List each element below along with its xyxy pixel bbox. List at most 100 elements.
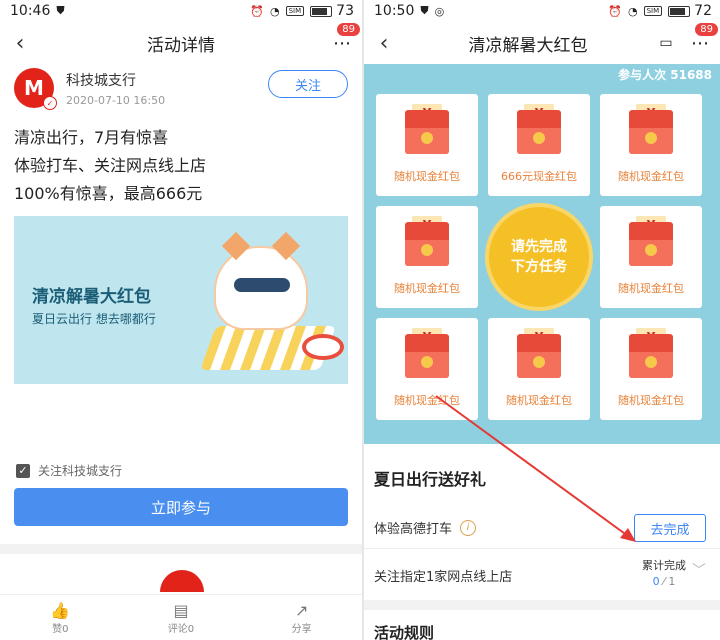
comment-label: 评论0 (167, 623, 195, 635)
more-icon: ⋯ (691, 32, 709, 54)
back-icon[interactable]: ‹ (364, 31, 404, 56)
red-packet-label: 随机现金红包 (394, 282, 460, 295)
bottom-action-bar: 👍 赞0 ▤ 评论0 ↗ 分享 (0, 594, 362, 640)
wifi-icon: ◔ (270, 4, 280, 18)
shield-icon: ⛊ (56, 4, 65, 17)
author-row: M ✓ 科技城支行 2020-07-10 16:50 关注 (0, 64, 362, 118)
battery-icon (310, 5, 333, 17)
red-envelope-icon: ¥ (629, 216, 673, 266)
thumb-up-icon: 👍 (50, 600, 71, 620)
red-packet-card[interactable]: ¥ 随机现金红包 (600, 318, 702, 420)
info-icon[interactable]: i (460, 519, 477, 536)
red-packet-label: 随机现金红包 (618, 394, 684, 407)
ticket-icon[interactable]: ▭ (652, 35, 680, 51)
red-packet-label: 随机现金红包 (618, 170, 684, 183)
red-envelope-icon: ¥ (629, 328, 673, 378)
title-bar: ‹ 活动详情 ⋯ 89 (0, 22, 362, 64)
red-envelope-icon: ¥ (517, 104, 561, 154)
bank-logo (160, 570, 204, 592)
complete-tasks-button[interactable]: 请先完成 下方任务 (489, 207, 589, 307)
battery-level: 73 (336, 3, 354, 19)
red-packet-label: 随机现金红包 (618, 282, 684, 295)
section-gap (364, 600, 720, 610)
comment-button[interactable]: ▤ 评论0 (121, 595, 242, 640)
left-screen: 10:46 ⛊ ⏰ ◔ SIM 73 ‹ 活动详情 ⋯ 89 M ✓ 科技城支行 … (0, 0, 362, 640)
red-packet-label: 随机现金红包 (506, 394, 572, 407)
red-envelope-icon: ¥ (405, 216, 449, 266)
red-packet-card[interactable]: ¥ 随机现金红包 (488, 318, 590, 420)
right-screen: 10:50 ⛊ ◎ ⏰ ◔ SIM 72 ‹ 清凉解暑大红包 ▭ ⋯ 89 参与… (364, 0, 720, 640)
like-button[interactable]: 👍 赞0 (0, 595, 121, 640)
section-title: 夏日出行送好礼 (374, 470, 487, 489)
progress-label: 累计完成 (642, 559, 686, 572)
share-label: 分享 (291, 623, 312, 635)
rules-title: 活动规则 (374, 624, 435, 640)
red-packet-card[interactable]: ¥ 随机现金红包 (376, 94, 478, 196)
author-name[interactable]: 科技城支行 (66, 70, 165, 90)
task-progress: 累计完成 0 ⁄ 1 (642, 558, 686, 590)
title-bar: ‹ 清凉解暑大红包 ▭ ⋯ 89 (364, 22, 720, 64)
like-label: 赞0 (52, 623, 69, 635)
follow-checkbox-row[interactable]: ✓ 关注科技城支行 (16, 462, 122, 479)
more-button[interactable]: ⋯ 89 (322, 22, 362, 54)
banner-subtitle: 夏日云出行 想去哪都行 (32, 312, 156, 326)
share-button[interactable]: ↗ 分享 (241, 595, 362, 640)
join-button[interactable]: 立即参与 (14, 488, 348, 526)
red-packet-card[interactable]: ¥ 随机现金红包 (376, 318, 478, 420)
red-envelope-icon: ¥ (405, 328, 449, 378)
red-packet-label: 666元现金红包 (501, 170, 577, 183)
notification-badge: 89 (337, 22, 360, 36)
comment-icon: ▤ (173, 600, 189, 620)
red-packet-label: 随机现金红包 (394, 170, 460, 183)
post-line: 体验打车、关注网点线上店 (14, 156, 207, 175)
post-time: 2020-07-10 16:50 (66, 94, 166, 107)
red-packet-card[interactable]: ¥ 666元现金红包 (488, 94, 590, 196)
follow-button[interactable]: 关注 (268, 70, 348, 98)
alarm-icon: ⏰ (608, 4, 622, 18)
red-packet-card[interactable]: ¥ 随机现金红包 (376, 206, 478, 308)
verified-icon: ✓ (43, 96, 57, 110)
task-label: 体验高德打车 (374, 522, 453, 537)
status-bar: 10:50 ⛊ ◎ ⏰ ◔ SIM 72 (364, 0, 720, 22)
avatar[interactable]: M ✓ (14, 68, 57, 110)
progress-count: 0 ⁄ 1 (652, 575, 676, 588)
cat-mascot-illustration (214, 231, 308, 330)
center-button-line: 请先完成 (511, 239, 567, 255)
sim-icon: SIM (285, 6, 305, 16)
checkbox-checked-icon[interactable]: ✓ (16, 463, 30, 478)
progress-current: 0 (652, 575, 660, 588)
page-title: 清凉解暑大红包 (468, 35, 588, 56)
wifi-icon: ◔ (628, 4, 638, 18)
go-complete-button[interactable]: 去完成 (634, 514, 706, 542)
red-packet-card[interactable]: ¥ 随机现金红包 (600, 94, 702, 196)
more-icon: ⋯ (333, 32, 351, 54)
red-envelope-icon: ¥ (517, 328, 561, 378)
promo-banner[interactable]: 清凉解暑大红包 夏日云出行 想去哪都行 (14, 216, 348, 384)
task-row: 体验高德打车 i (374, 518, 477, 537)
task-label: 关注指定1家网点线上店 (374, 570, 513, 585)
shield-icon: ⛊ (420, 4, 429, 17)
red-envelope-icon: ¥ (629, 104, 673, 154)
status-time: 10:46 (10, 3, 51, 19)
status-time: 10:50 (374, 3, 415, 19)
camera-icon: ◎ (434, 4, 445, 18)
section-gap (0, 544, 362, 554)
status-bar: 10:46 ⛊ ⏰ ◔ SIM 73 (0, 0, 362, 22)
chevron-down-icon[interactable]: ﹀ (692, 560, 706, 580)
red-envelope-icon: ¥ (405, 104, 449, 154)
battery-level: 72 (694, 3, 712, 19)
swim-ring-illustration (302, 334, 344, 360)
back-icon[interactable]: ‹ (0, 31, 40, 56)
red-packet-card[interactable]: ¥ 随机现金红包 (600, 206, 702, 308)
alarm-icon: ⏰ (250, 4, 264, 18)
more-button[interactable]: ⋯ 89 (680, 22, 720, 54)
page-title: 活动详情 (147, 35, 215, 56)
red-packet-panel: 参与人次 51688 ¥ 随机现金红包 ¥ 666元现金红包 ¥ 随机现金红包 … (364, 64, 720, 444)
post-body: 清凉出行，7月有惊喜 体验打车、关注网点线上店 100%有惊喜，最高666元 (0, 118, 362, 208)
red-packet-label: 随机现金红包 (394, 394, 460, 407)
participant-count: 参与人次 51688 (618, 68, 712, 82)
center-button-line: 下方任务 (511, 259, 567, 275)
post-line: 清凉出行，7月有惊喜 (14, 128, 169, 147)
progress-total: 1 (668, 575, 676, 588)
banner-title: 清凉解暑大红包 (32, 287, 151, 307)
